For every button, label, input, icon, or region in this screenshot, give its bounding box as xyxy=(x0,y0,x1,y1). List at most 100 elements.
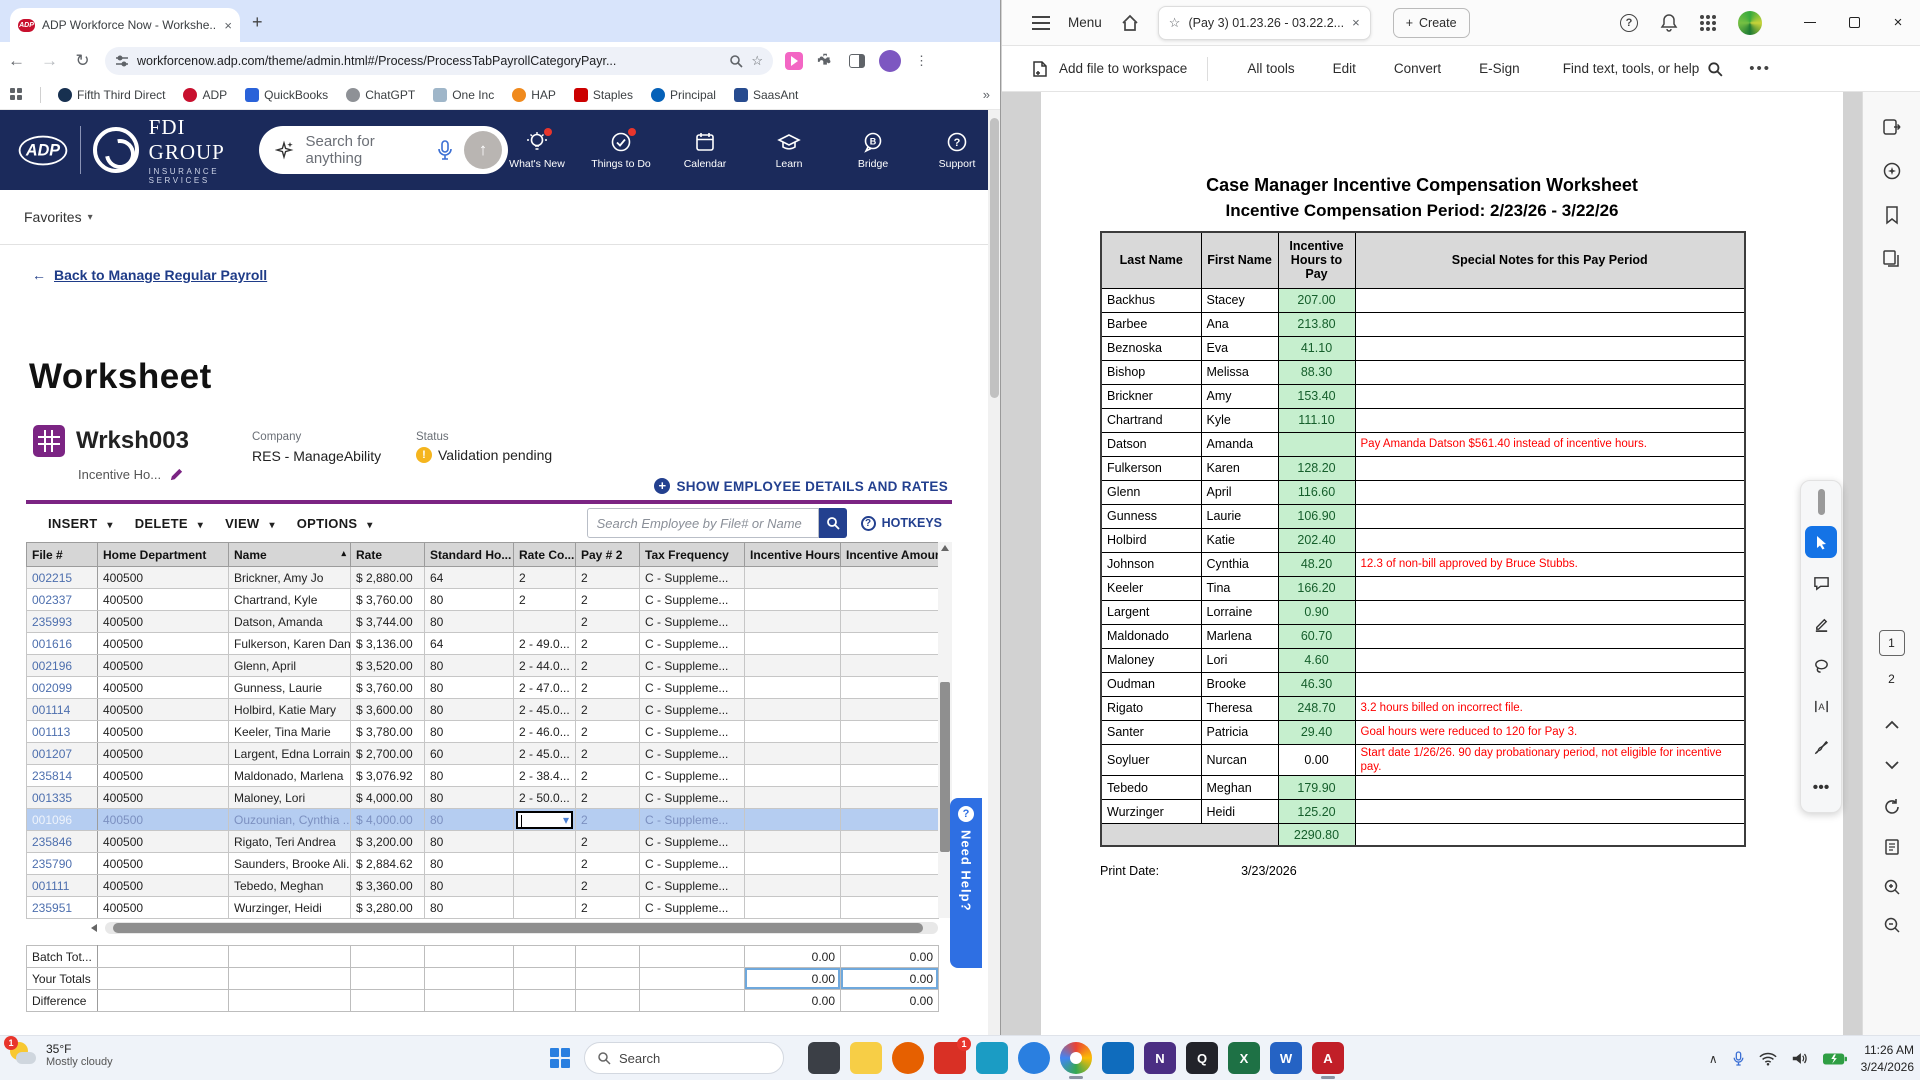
search-submit-icon[interactable]: ↑ xyxy=(464,131,502,169)
paint-icon[interactable] xyxy=(976,1042,1008,1074)
incentive-amount-cell[interactable] xyxy=(840,654,939,677)
bookmark-item[interactable]: ChatGPT xyxy=(339,87,422,102)
rate-code-cell[interactable]: 2 - 44.0... xyxy=(513,654,576,677)
home-department-cell[interactable]: 400500 xyxy=(97,654,229,677)
incentive-hours-cell[interactable] xyxy=(744,896,841,919)
ai-assistant-icon[interactable] xyxy=(1879,158,1905,184)
incentive-hours-cell[interactable] xyxy=(744,698,841,721)
nav-label[interactable]: What's New xyxy=(509,158,565,170)
table-row[interactable]: 002215 400500 Brickner, Amy Jo $ 2,880.0… xyxy=(26,566,939,589)
chevron-up-icon[interactable] xyxy=(1879,712,1905,738)
browser-menu-icon[interactable]: ⋮ xyxy=(915,53,928,69)
bookmark-item[interactable]: QuickBooks xyxy=(238,87,335,102)
rate-code-cell[interactable]: 2 - 47.0... xyxy=(513,676,576,699)
tax-frequency-cell[interactable]: C - Suppleme... xyxy=(639,742,745,765)
tax-frequency-cell[interactable]: C - Suppleme... xyxy=(639,852,745,875)
incentive-amount-cell[interactable] xyxy=(840,764,939,787)
table-row[interactable]: 001616 400500 Fulkerson, Karen Danz $ 3,… xyxy=(26,632,939,655)
standard-hours-cell[interactable]: 64 xyxy=(424,632,514,655)
weather-widget[interactable]: 1 35°F Mostly cloudy xyxy=(4,1036,113,1070)
incentive-amount-cell[interactable] xyxy=(840,676,939,699)
home-department-cell[interactable]: 400500 xyxy=(97,764,229,787)
pay2-cell[interactable]: 2 xyxy=(575,786,640,809)
taskbar-search[interactable]: Search xyxy=(584,1042,784,1074)
home-department-cell[interactable]: 400500 xyxy=(97,632,229,655)
rate-cell[interactable]: $ 3,360.00 xyxy=(350,874,425,897)
favorite-star-icon[interactable]: ☆ xyxy=(1169,15,1181,31)
standard-hours-cell[interactable]: 80 xyxy=(424,852,514,875)
more-tools[interactable]: ••• xyxy=(1805,772,1837,804)
file-number-link[interactable]: 001111 xyxy=(26,874,98,897)
incentive-amount-cell[interactable] xyxy=(840,896,939,919)
user-avatar[interactable] xyxy=(1738,10,1762,35)
menu-hamburger-icon[interactable] xyxy=(1032,15,1050,30)
incentive-amount-cell[interactable] xyxy=(840,632,939,655)
name-cell[interactable]: Fulkerson, Karen Danz xyxy=(228,632,351,655)
file-number-link[interactable]: 001335 xyxy=(26,786,98,809)
nav-label[interactable]: Calendar xyxy=(684,158,727,170)
quickbooks-icon[interactable]: Q xyxy=(1186,1042,1218,1074)
acrobat-notification-icon[interactable]: 1 xyxy=(934,1037,971,1074)
bookmark-label[interactable]: Principal xyxy=(670,88,716,102)
nav-label[interactable]: Learn xyxy=(776,158,803,170)
pay2-cell[interactable]: 2 xyxy=(575,830,640,853)
incentive-hours-cell[interactable] xyxy=(744,632,841,655)
name-cell[interactable]: Gunness, Laurie xyxy=(228,676,351,699)
bookmark-label[interactable]: HAP xyxy=(531,88,556,102)
convert-menu[interactable]: Convert xyxy=(1394,61,1441,76)
incentive-hours-cell[interactable] xyxy=(744,610,841,633)
insert-menu[interactable]: INSERT ▾ xyxy=(48,516,113,531)
incentive-amount-cell[interactable] xyxy=(840,808,939,831)
pay2-cell[interactable]: 2 xyxy=(575,896,640,919)
rate-cell[interactable]: $ 2,884.62 xyxy=(350,852,425,875)
tax-frequency-cell[interactable]: C - Suppleme... xyxy=(639,808,745,831)
rate-code-cell[interactable]: 2 - 45.0... xyxy=(513,742,576,765)
zoom-out-icon[interactable] xyxy=(1879,912,1905,938)
column-header[interactable]: Rate xyxy=(350,542,425,567)
file-number-link[interactable]: 001114 xyxy=(26,698,98,721)
scrollbar-thumb[interactable] xyxy=(113,923,923,933)
name-cell[interactable]: Saunders, Brooke Ali... xyxy=(228,852,351,875)
column-header[interactable]: File # xyxy=(26,542,98,567)
incentive-hours-cell[interactable] xyxy=(744,654,841,677)
column-header[interactable]: Rate Co... xyxy=(513,542,576,567)
tax-frequency-cell[interactable]: C - Suppleme... xyxy=(639,676,745,699)
chrome-icon[interactable] xyxy=(1060,1042,1092,1079)
incentive-hours-cell[interactable] xyxy=(744,830,841,853)
rate-code-cell[interactable]: 2 xyxy=(513,566,576,589)
incentive-amount-cell[interactable] xyxy=(840,742,939,765)
standard-hours-cell[interactable]: 64 xyxy=(424,566,514,589)
rate-cell[interactable]: $ 3,780.00 xyxy=(350,720,425,743)
table-row[interactable]: 001335 400500 Maloney, Lori $ 4,000.00 8… xyxy=(26,786,939,809)
draw-tool[interactable] xyxy=(1805,649,1837,681)
file-number-link[interactable]: 002099 xyxy=(26,676,98,699)
rate-cell[interactable]: $ 2,880.00 xyxy=(350,566,425,589)
rate-code-cell[interactable]: 2 - 46.0... xyxy=(513,720,576,743)
bookmark-item[interactable]: Principal xyxy=(644,87,723,102)
standard-hours-cell[interactable]: 80 xyxy=(424,610,514,633)
incentive-hours-cell[interactable] xyxy=(744,742,841,765)
pay2-cell[interactable]: 2 xyxy=(575,632,640,655)
forward-icon[interactable]: → xyxy=(33,51,66,71)
name-cell[interactable]: Chartrand, Kyle xyxy=(228,588,351,611)
file-number-link[interactable]: 235846 xyxy=(26,830,98,853)
mic-tray-icon[interactable] xyxy=(1732,1050,1745,1067)
bookmark-label[interactable]: ADP xyxy=(202,88,227,102)
bookmark-label[interactable]: ChatGPT xyxy=(365,88,415,102)
standard-hours-cell[interactable]: 80 xyxy=(424,830,514,853)
word-icon[interactable]: W xyxy=(1270,1042,1302,1074)
name-cell[interactable]: Holbird, Katie Mary xyxy=(228,698,351,721)
document-tab[interactable]: ☆ (Pay 3) 01.23.26 - 03.22.2... × xyxy=(1157,5,1371,40)
table-row[interactable]: 235993 400500 Datson, Amanda $ 3,744.00 … xyxy=(26,610,939,633)
name-cell[interactable]: Rigato, Teri Andrea xyxy=(228,830,351,853)
onenote-icon[interactable]: N xyxy=(1144,1042,1176,1074)
apps-grid-icon[interactable] xyxy=(10,87,24,102)
table-row[interactable]: 001114 400500 Holbird, Katie Mary $ 3,60… xyxy=(26,698,939,721)
rate-code-cell[interactable] xyxy=(513,830,576,853)
need-help-tab[interactable]: ? Need Help? xyxy=(950,798,982,968)
page-indicator-current[interactable]: 1 xyxy=(1878,630,1905,656)
browser-page-scrollbar[interactable] xyxy=(988,110,1000,1035)
name-cell[interactable]: Brickner, Amy Jo xyxy=(228,566,351,589)
rate-code-cell[interactable]: 2 - 45.0... xyxy=(513,698,576,721)
incentive-amount-cell[interactable] xyxy=(840,588,939,611)
